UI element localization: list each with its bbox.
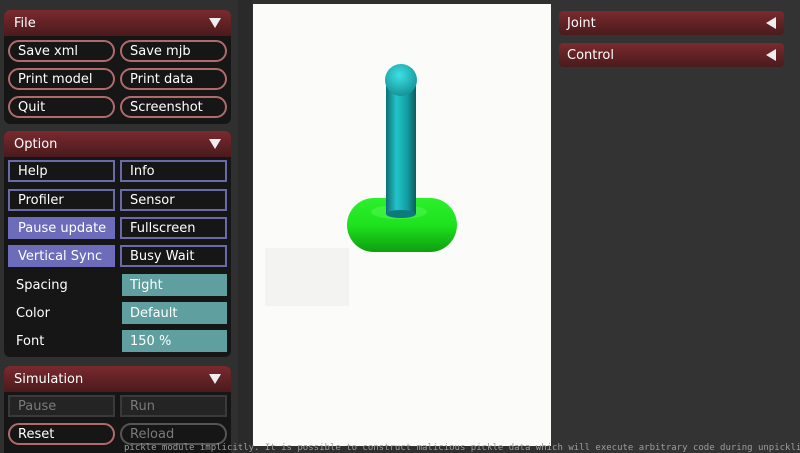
joint-panel-title: Joint (567, 15, 596, 31)
collapse-icon (209, 374, 221, 384)
print-data-button[interactable]: Print data (120, 68, 227, 90)
console-log-line: pickle module implicitly. It is possible… (124, 443, 800, 453)
option-panel: Option Help Info Profiler Sensor Pause u… (4, 131, 231, 357)
save-mjb-button[interactable]: Save mjb (120, 40, 227, 62)
scene-render (347, 64, 457, 252)
pause-update-toggle[interactable]: Pause update (8, 217, 115, 239)
joint-panel-header[interactable]: Joint (559, 11, 784, 35)
simulation-panel-title: Simulation (14, 371, 84, 387)
quit-button[interactable]: Quit (8, 96, 115, 118)
file-panel-title: File (14, 15, 36, 31)
spacing-select[interactable]: Tight (122, 274, 227, 296)
expand-icon (766, 49, 776, 61)
pole-body (386, 76, 416, 214)
control-panel-title: Control (567, 47, 614, 63)
vertical-sync-toggle[interactable]: Vertical Sync (8, 245, 115, 267)
screenshot-button[interactable]: Screenshot (120, 96, 227, 118)
pause-button[interactable]: Pause (8, 395, 115, 417)
color-select[interactable]: Default (122, 302, 227, 324)
simulation-panel-header[interactable]: Simulation (4, 366, 231, 392)
reset-button[interactable]: Reset (8, 423, 115, 445)
print-model-button[interactable]: Print model (8, 68, 115, 90)
simulation-panel: Simulation Pause Run Reset Reload (4, 366, 231, 453)
file-panel-header[interactable]: File (4, 10, 231, 36)
font-select[interactable]: 150 % (122, 330, 227, 352)
busy-wait-toggle[interactable]: Busy Wait (120, 245, 227, 267)
fullscreen-toggle[interactable]: Fullscreen (120, 217, 227, 239)
color-label: Color (16, 305, 50, 321)
info-toggle[interactable]: Info (120, 160, 227, 182)
option-panel-header[interactable]: Option (4, 131, 231, 157)
pole-top-cap (385, 64, 417, 96)
right-sidebar (551, 0, 800, 453)
sidebar-divider (238, 0, 252, 453)
profiler-toggle[interactable]: Profiler (8, 189, 115, 211)
font-label: Font (16, 333, 45, 349)
sensor-toggle[interactable]: Sensor (120, 189, 227, 211)
control-panel-header[interactable]: Control (559, 43, 784, 67)
help-toggle[interactable]: Help (8, 160, 115, 182)
run-button[interactable]: Run (120, 395, 227, 417)
expand-icon (766, 17, 776, 29)
pole-bottom-cap (386, 210, 416, 218)
save-xml-button[interactable]: Save xml (8, 40, 115, 62)
option-panel-title: Option (14, 136, 58, 152)
file-panel: File Save xml Save mjb Print model Print… (4, 10, 231, 124)
spacing-label: Spacing (16, 277, 68, 293)
render-viewport[interactable] (253, 4, 551, 446)
collapse-icon (209, 139, 221, 149)
collapse-icon (209, 18, 221, 28)
reload-button[interactable]: Reload (120, 423, 227, 445)
